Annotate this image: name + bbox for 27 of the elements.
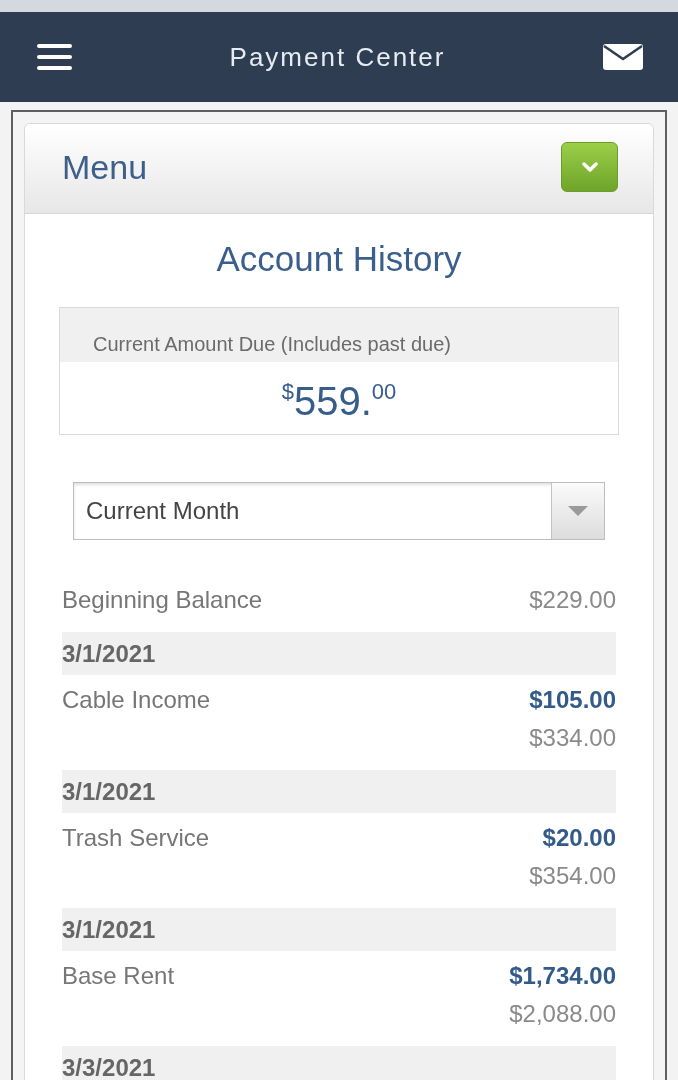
transaction-description: Cable Income: [62, 685, 211, 715]
transaction-amount: $20.00: [542, 823, 616, 853]
menu-button[interactable]: [37, 44, 72, 70]
page-title: Account History: [215, 238, 463, 280]
transaction-description: Base Rent: [62, 961, 175, 991]
running-balance: $2,088.00: [509, 999, 616, 1029]
mail-button[interactable]: [603, 44, 643, 70]
header-title: Payment Center: [229, 41, 446, 73]
running-balance: $354.00: [529, 861, 616, 891]
balance-label: Beginning Balance: [62, 585, 263, 615]
amount-due-value: $^{$}$559.$^{00}$: [281, 378, 397, 424]
chevron-down-icon: [581, 161, 598, 172]
date-header: 3/1/2021: [62, 632, 616, 675]
menu-toggle-button[interactable]: [561, 141, 618, 192]
date-header: 3/1/2021: [62, 908, 616, 951]
transaction-description: Trash Service: [62, 823, 210, 853]
date-header: 3/3/2021: [62, 1046, 616, 1080]
period-select[interactable]: Current Month: [73, 482, 605, 540]
running-balance: $334.00: [529, 723, 616, 753]
menu-icon: [37, 44, 72, 70]
amount-due-label: Current Amount Due (Includes past due): [93, 332, 452, 356]
date-header: 3/1/2021: [62, 770, 616, 813]
transaction-amount: $105.00: [529, 685, 616, 715]
transaction-amount: $1,734.00: [509, 961, 616, 991]
menu-label: Menu: [62, 146, 148, 187]
envelope-icon: [603, 44, 643, 70]
balance-amount: $229.00: [529, 585, 616, 615]
